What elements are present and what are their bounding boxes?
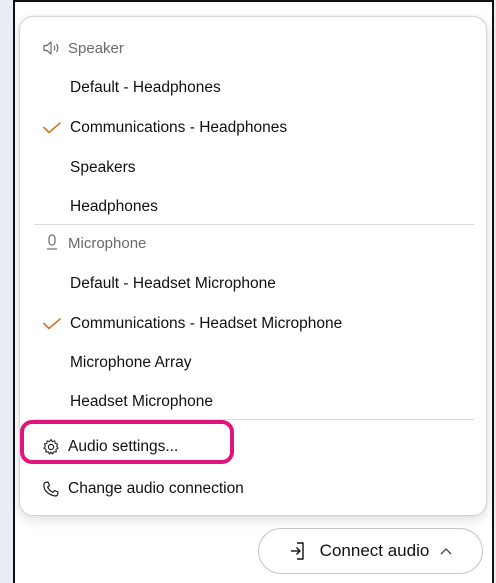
speaker-option-default-headphones[interactable]: Default - Headphones [34, 71, 474, 105]
microphone-option-label: Headset Microphone [70, 393, 214, 410]
speaker-option-communications-headphones[interactable]: Communications - Headphones [34, 111, 474, 145]
speaker-icon [42, 39, 62, 57]
speaker-section-label: Speaker [68, 39, 124, 57]
audio-menu: Speaker Default - Headphones Communicati… [19, 16, 487, 516]
microphone-option-label: Microphone Array [70, 354, 192, 371]
speaker-section-header: Speaker [42, 38, 124, 58]
speaker-option-label: Headphones [70, 198, 158, 215]
connect-audio-button[interactable]: Connect audio [258, 528, 483, 574]
microphone-section-header: Microphone [42, 233, 146, 253]
change-audio-connection-button[interactable]: Change audio connection [34, 472, 474, 506]
phone-icon [42, 479, 68, 499]
microphone-icon [42, 234, 62, 252]
speaker-option-headphones[interactable]: Headphones [34, 190, 474, 224]
change-audio-connection-label: Change audio connection [68, 480, 244, 497]
audio-settings-button[interactable]: Audio settings... [34, 430, 474, 464]
microphone-option-label: Communications - Headset Microphone [70, 315, 343, 332]
section-divider [34, 224, 474, 225]
microphone-option-headset[interactable]: Headset Microphone [34, 385, 474, 419]
checkmark-icon [34, 118, 70, 138]
microphone-option-array[interactable]: Microphone Array [34, 346, 474, 380]
speaker-option-label: Speakers [70, 159, 136, 176]
speaker-option-label: Communications - Headphones [70, 119, 288, 136]
connect-audio-icon [288, 540, 310, 562]
audio-settings-label: Audio settings... [68, 438, 179, 455]
microphone-option-label: Default - Headset Microphone [70, 275, 276, 292]
gear-icon [42, 437, 68, 457]
speaker-option-speakers[interactable]: Speakers [34, 151, 474, 185]
checkmark-icon [34, 314, 70, 334]
connect-audio-label: Connect audio [319, 541, 430, 560]
section-divider [34, 419, 474, 420]
microphone-option-communications-headset[interactable]: Communications - Headset Microphone [34, 307, 474, 341]
speaker-option-label: Default - Headphones [70, 79, 221, 96]
microphone-option-default-headset[interactable]: Default - Headset Microphone [34, 267, 474, 301]
microphone-section-label: Microphone [68, 234, 147, 252]
chevron-up-icon [439, 544, 453, 558]
